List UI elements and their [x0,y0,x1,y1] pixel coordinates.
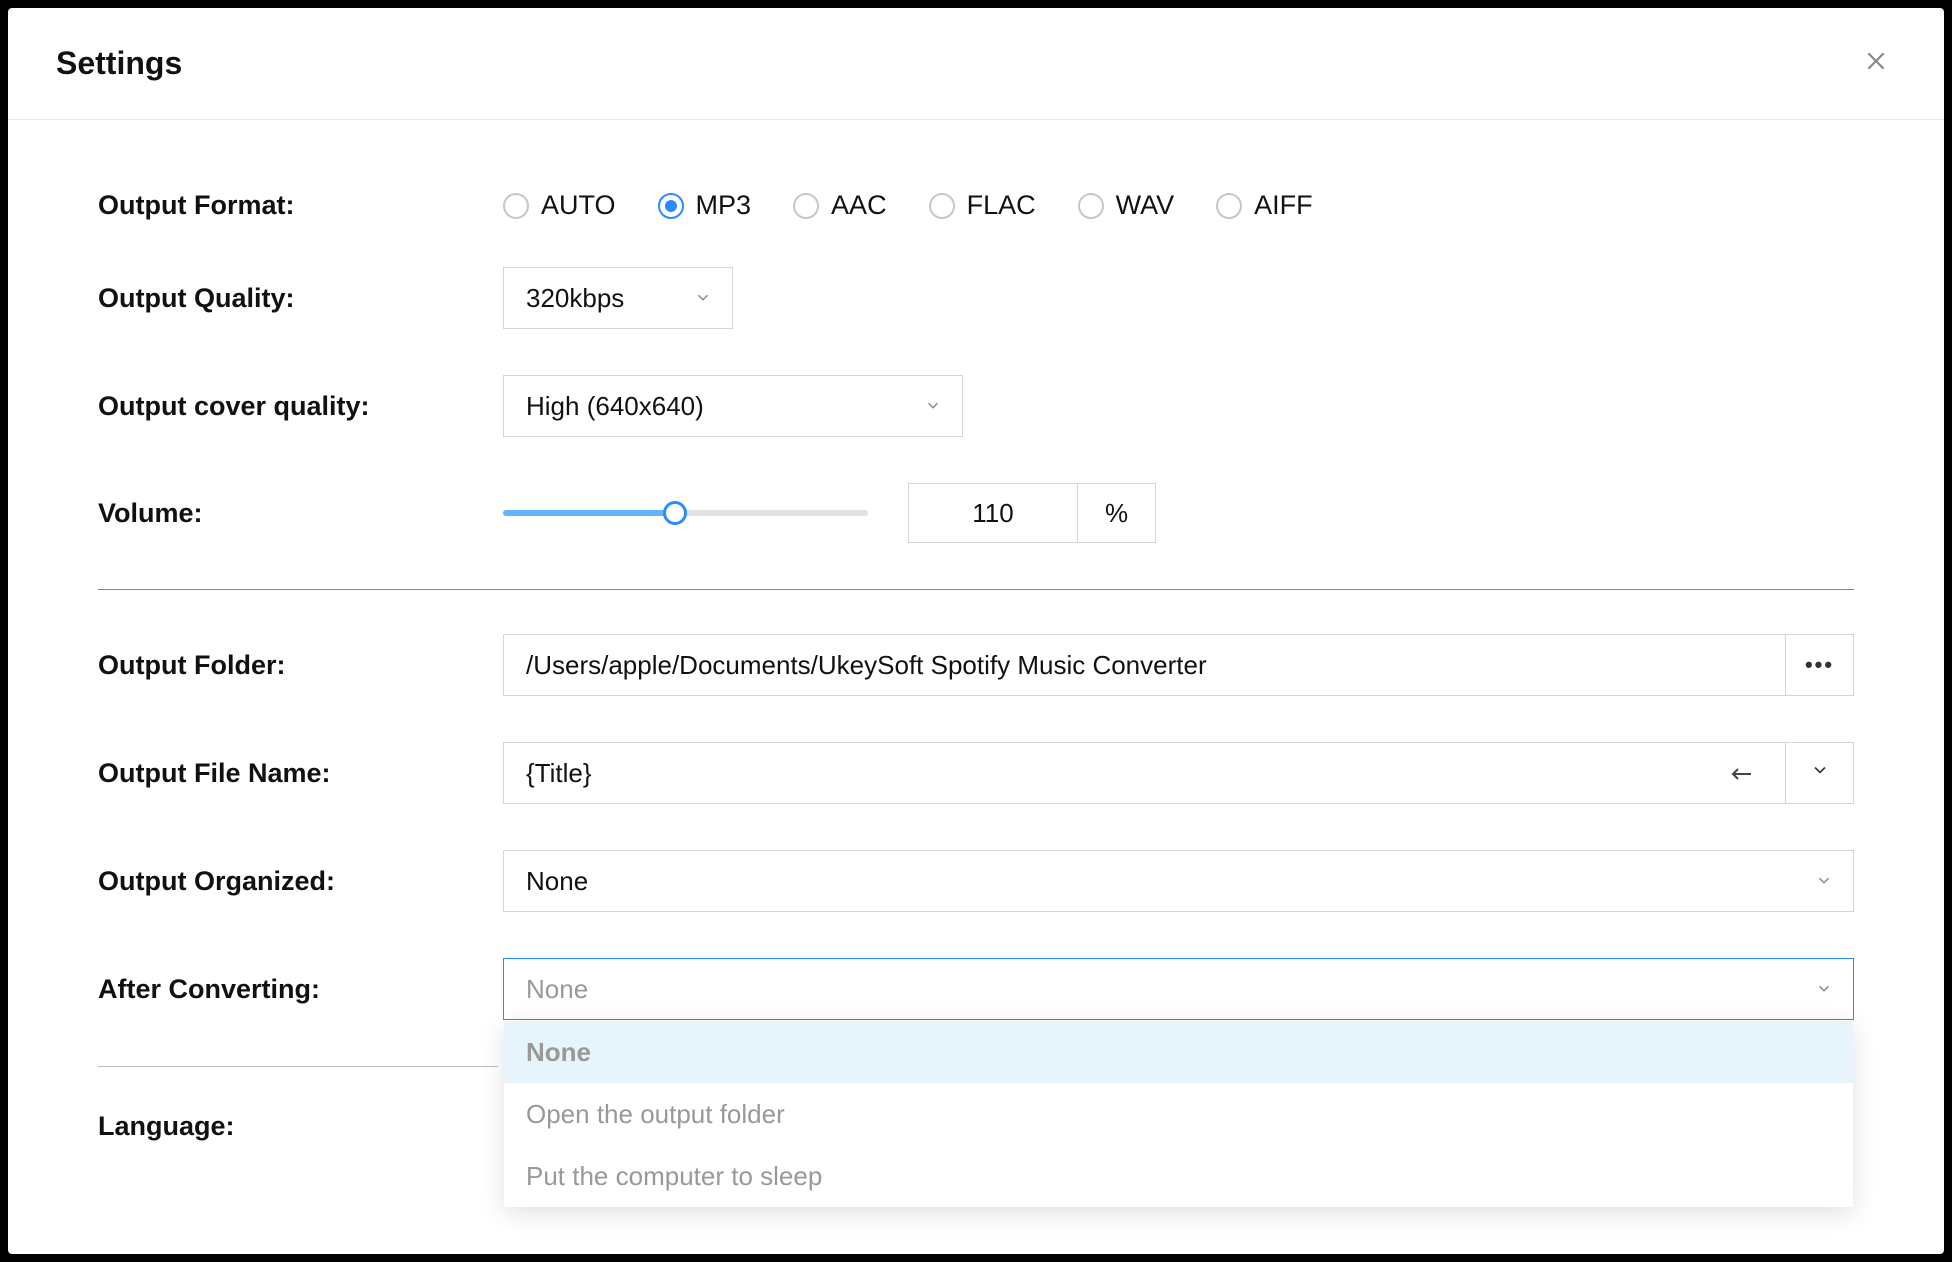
label-output-format: Output Format: [98,190,503,221]
volume-slider-thumb[interactable] [663,501,687,525]
row-output-file-name: Output File Name: {Title} [98,742,1854,804]
close-button[interactable] [1856,44,1896,84]
dropdown-option[interactable]: Put the computer to sleep [504,1145,1853,1207]
output-folder-combo: /Users/apple/Documents/UkeySoft Spotify … [503,634,1854,696]
label-output-organized: Output Organized: [98,866,503,897]
radio-dot-icon [1078,193,1104,219]
dropdown-option[interactable]: None [504,1021,1853,1083]
label-volume: Volume: [98,498,503,529]
label-output-file-name: Output File Name: [98,758,503,789]
chevron-down-icon [694,283,712,314]
row-output-cover-quality: Output cover quality: High (640x640) [98,375,1854,437]
radio-label: WAV [1116,190,1175,221]
settings-window: Settings Output Format: AUTO MP3 AAC FLAC WA… [0,0,1952,1262]
radio-dot-icon [929,193,955,219]
radio-label: AIFF [1254,190,1313,221]
output-file-name-input[interactable]: {Title} [503,742,1786,804]
output-file-name-value: {Title} [526,758,592,789]
row-output-folder: Output Folder: /Users/apple/Documents/Uk… [98,634,1854,696]
close-icon [1863,48,1889,79]
radio-dot-icon [658,193,684,219]
output-format-radio-group: AUTO MP3 AAC FLAC WAV AIFF [503,190,1313,221]
radio-label: MP3 [696,190,752,221]
chevron-down-icon [924,391,942,422]
volume-value-input[interactable]: 110 [908,483,1078,543]
label-output-cover-quality: Output cover quality: [98,391,503,422]
ellipsis-icon: ••• [1805,652,1834,678]
row-output-format: Output Format: AUTO MP3 AAC FLAC WAV AIFF [98,190,1854,221]
file-name-variables-button[interactable] [1786,742,1854,804]
volume-slider[interactable] [503,510,868,516]
after-converting-select[interactable]: None NoneOpen the output folderPut the c… [503,958,1854,1020]
label-output-folder: Output Folder: [98,650,503,681]
row-volume: Volume: 110 % [98,483,1854,543]
settings-content: Output Format: AUTO MP3 AAC FLAC WAV AIFF Out… [8,120,1944,1142]
label-output-quality: Output Quality: [98,283,503,314]
radio-dot-icon [503,193,529,219]
browse-folder-button[interactable]: ••• [1786,634,1854,696]
after-converting-dropdown: NoneOpen the output folderPut the comput… [504,1021,1853,1207]
output-organized-value: None [526,866,588,897]
volume-control-group: 110 % [503,483,1156,543]
output-cover-quality-value: High (640x640) [526,391,704,422]
chevron-down-icon [1815,974,1833,1005]
radio-label: AAC [831,190,887,221]
volume-slider-fill [503,510,675,516]
after-converting-placeholder: None [526,974,588,1005]
chevron-down-icon [1815,866,1833,897]
output-quality-value: 320kbps [526,283,624,314]
arrow-left-icon [1729,758,1763,789]
titlebar: Settings [8,8,1944,120]
label-after-converting: After Converting: [98,974,503,1005]
output-file-name-combo: {Title} [503,742,1854,804]
volume-unit: % [1078,483,1156,543]
output-organized-select[interactable]: None [503,850,1854,912]
row-output-quality: Output Quality: 320kbps [98,267,1854,329]
radio-label: AUTO [541,190,616,221]
radio-aiff[interactable]: AIFF [1216,190,1313,221]
output-quality-select[interactable]: 320kbps [503,267,733,329]
output-cover-quality-select[interactable]: High (640x640) [503,375,963,437]
radio-flac[interactable]: FLAC [929,190,1036,221]
chevron-down-icon [1810,760,1830,786]
row-after-converting: After Converting: None NoneOpen the outp… [98,958,1854,1020]
section-divider [98,589,1854,590]
radio-dot-icon [1216,193,1242,219]
radio-dot-icon [793,193,819,219]
radio-label: FLAC [967,190,1036,221]
dropdown-option[interactable]: Open the output folder [504,1083,1853,1145]
row-output-organized: Output Organized: None [98,850,1854,912]
radio-aac[interactable]: AAC [793,190,887,221]
section-divider [98,1066,498,1067]
label-language: Language: [98,1111,503,1142]
radio-wav[interactable]: WAV [1078,190,1175,221]
output-folder-input[interactable]: /Users/apple/Documents/UkeySoft Spotify … [503,634,1786,696]
radio-auto[interactable]: AUTO [503,190,616,221]
page-title: Settings [56,45,182,82]
radio-mp3[interactable]: MP3 [658,190,752,221]
